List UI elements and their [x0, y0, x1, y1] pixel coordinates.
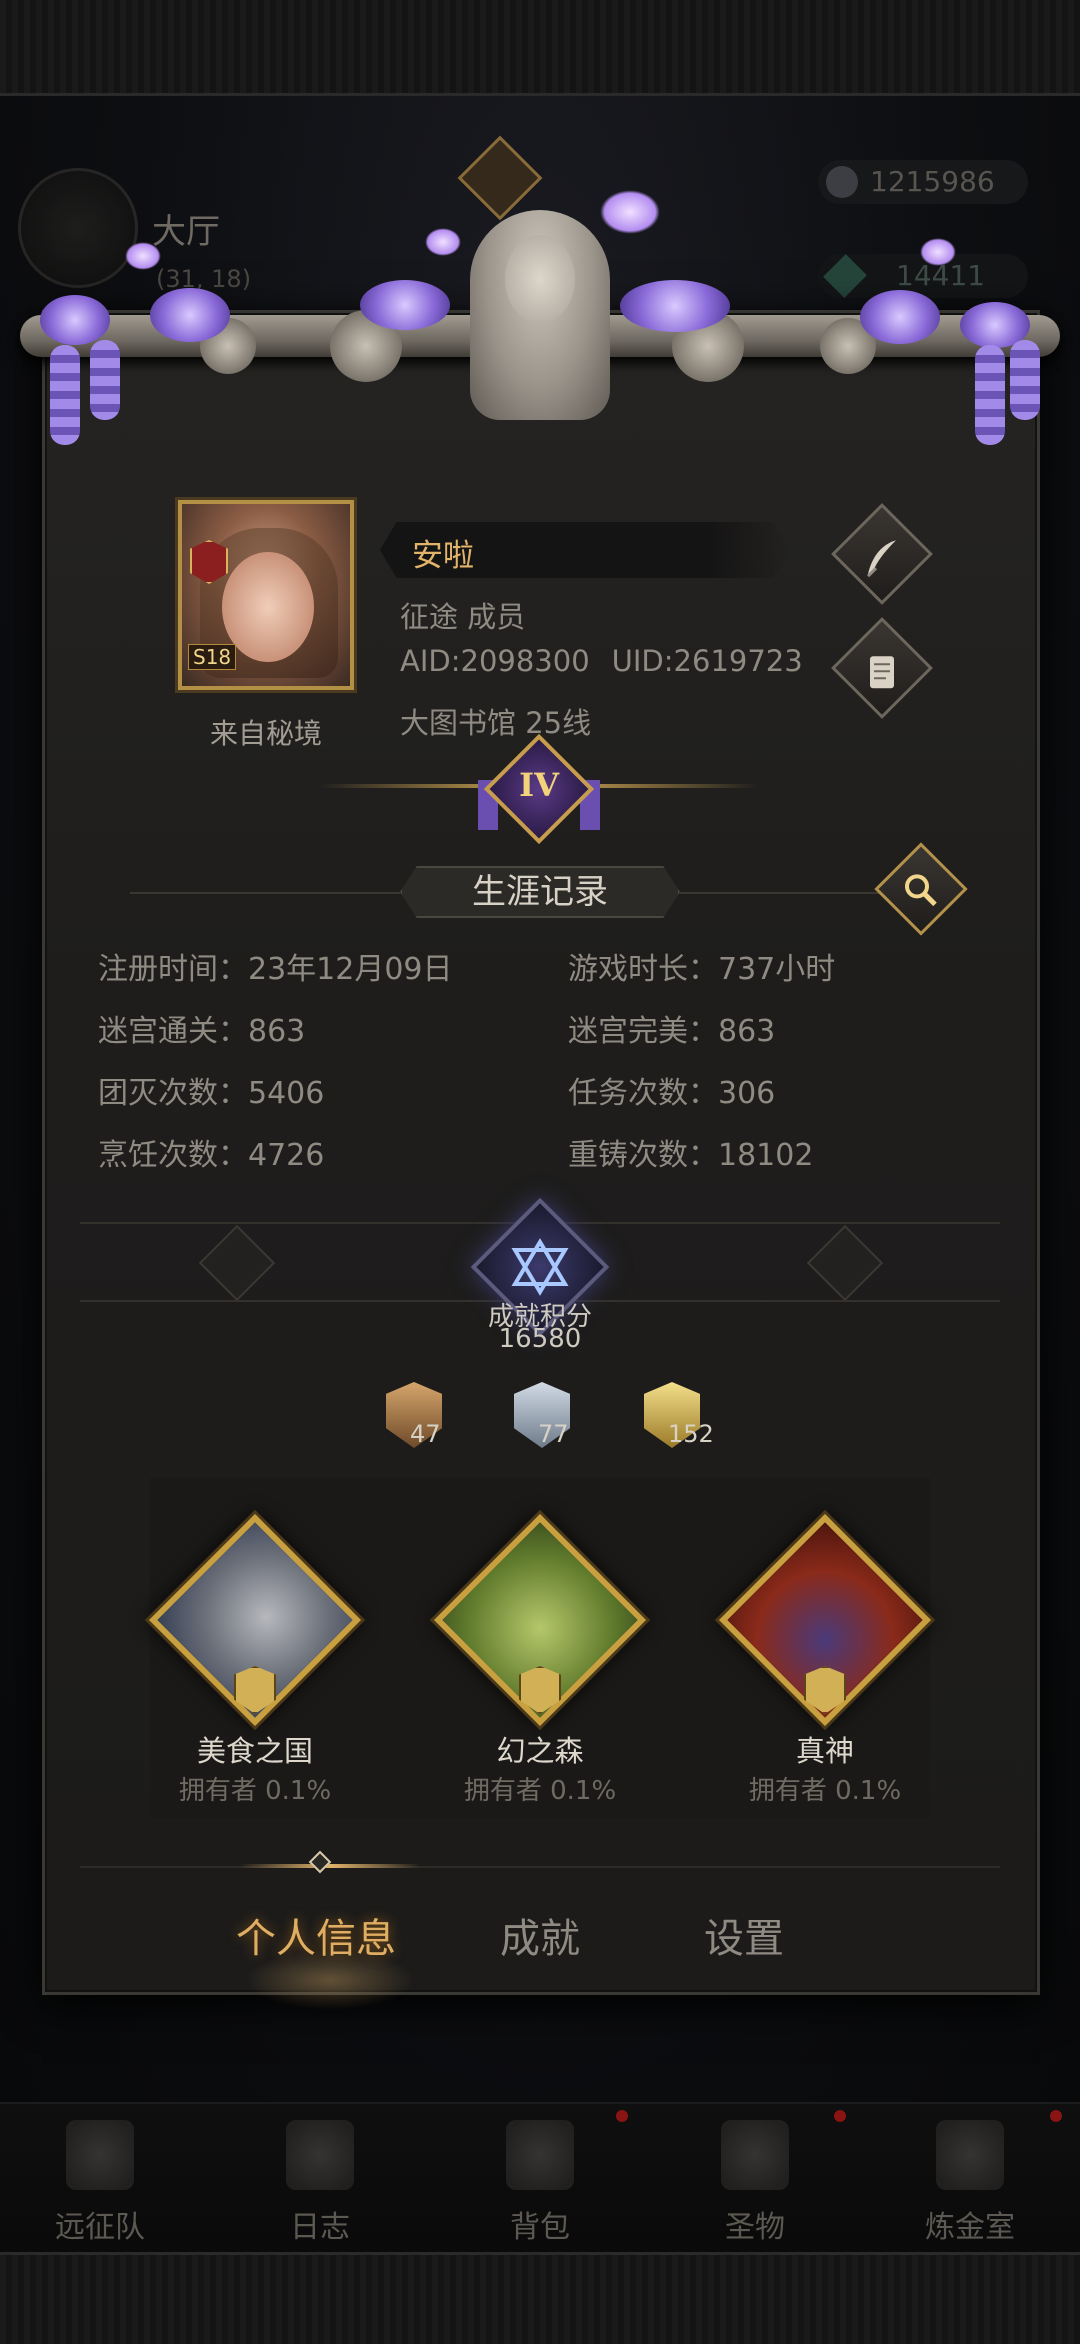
trophy-owner-rate: 拥有者 0.1% [178, 1776, 332, 1806]
backpack-icon [506, 2120, 574, 2190]
notification-dot [616, 2110, 628, 2122]
nav-label: 炼金室 [925, 2210, 1015, 2245]
stat-value: 737小时 [718, 952, 836, 987]
trophy-name: 真神 [795, 1734, 854, 1768]
trophy-owner-rate: 拥有者 0.1% [748, 1776, 902, 1806]
rank-divider-right [578, 784, 758, 788]
hall-portal-icon [18, 168, 138, 288]
tab-achievements[interactable]: 成就 [500, 1906, 580, 1964]
stat-value: 306 [718, 1076, 776, 1111]
hall-coordinates: (31, 18) [156, 265, 252, 293]
rank-divider-left [320, 784, 500, 788]
nav-label: 远征队 [55, 2210, 145, 2245]
career-divider-right [680, 892, 880, 894]
avatar-level-badge: S18 [188, 644, 237, 670]
journal-scroll-icon [286, 2120, 354, 2190]
resource-counter-1: 1215986 [818, 160, 1028, 204]
bronze-medal-count: 47 [410, 1420, 441, 1448]
guild-membership: 征途 成员 [400, 600, 526, 634]
career-divider-left [130, 892, 400, 894]
alchemy-flask-icon [936, 2120, 1004, 2190]
avatar-source-label: 来自秘境 [209, 717, 322, 750]
scroll-document-icon [870, 656, 894, 689]
tab-personal-info[interactable]: 个人信息 [236, 1906, 396, 1964]
stat-value: 5406 [248, 1076, 325, 1111]
nav-alchemy[interactable]: 炼金室 [870, 2102, 1070, 2252]
player-ids: AID:2098300 UID:2619723 [400, 644, 803, 678]
stat-value: 863 [718, 1014, 776, 1049]
resource-counter-2: 14411 [818, 254, 1028, 298]
nav-backpack[interactable]: 背包 [440, 2102, 640, 2252]
aid-label: AID:2098300 [400, 644, 590, 678]
trophy-name: 美食之国 [196, 1734, 313, 1768]
stat-cooking: 烹饪次数：4726 [98, 1130, 324, 1174]
quill-icon [866, 540, 896, 578]
stat-maze-perfect: 迷宫完美：863 [568, 1006, 775, 1050]
tab-settings[interactable]: 设置 [704, 1906, 784, 1964]
trophy-owner-rate: 拥有者 0.1% [463, 1776, 617, 1806]
nav-label: 圣物 [725, 2210, 785, 2245]
bottom-decor-strip [0, 2252, 1080, 2344]
nav-label: 日志 [290, 2210, 350, 2245]
stat-reforge: 重铸次数：18102 [568, 1130, 813, 1174]
trophy-name: 幻之森 [496, 1734, 584, 1768]
stone-icon [826, 166, 858, 198]
stat-maze-clear: 迷宫通关：863 [98, 1006, 305, 1050]
nav-label: 背包 [510, 2210, 570, 2245]
career-title: 生涯记录 [472, 872, 608, 912]
nav-expedition[interactable]: 远征队 [0, 2102, 200, 2252]
notification-dot [834, 2110, 846, 2122]
silver-medal-count: 77 [538, 1420, 569, 1448]
magnifier-icon [905, 874, 937, 907]
stat-label: 团灭次数： [98, 1076, 248, 1111]
active-tab-indicator [240, 1864, 420, 1868]
top-decor-strip [0, 0, 1080, 96]
stat-value: 23年12月09日 [248, 952, 453, 987]
uid-label: UID:2619723 [611, 644, 803, 678]
stat-label: 任务次数： [568, 1076, 718, 1111]
horned-helmet-icon [66, 2120, 134, 2190]
stat-label: 注册时间： [98, 952, 248, 987]
tab-divider [80, 1866, 1000, 1868]
notification-dot [1050, 2110, 1062, 2122]
stat-value: 863 [248, 1014, 306, 1049]
stat-label: 游戏时长： [568, 952, 718, 987]
stat-label: 迷宫通关： [98, 1014, 248, 1049]
stat-register-time: 注册时间：23年12月09日 [98, 944, 453, 988]
player-avatar[interactable]: S18 [178, 500, 354, 690]
stat-quests: 任务次数：306 [568, 1068, 775, 1112]
stat-value: 4726 [248, 1138, 325, 1173]
rank-numeral: IV [519, 766, 559, 804]
star-triangle-icon [511, 1238, 569, 1296]
stat-play-time: 游戏时长：737小时 [568, 944, 835, 988]
stat-label: 烹饪次数： [98, 1138, 248, 1173]
stat-team-wipe: 团灭次数：5406 [98, 1068, 324, 1112]
nav-journal[interactable]: 日志 [220, 2102, 420, 2252]
player-name: 安啦 [412, 538, 474, 574]
gold-medal-count: 152 [668, 1420, 714, 1448]
relic-torch-icon [721, 2120, 789, 2190]
green-gem-icon [823, 254, 867, 298]
nav-relics[interactable]: 圣物 [655, 2102, 855, 2252]
achievement-score-value: 16580 [498, 1324, 582, 1354]
stat-label: 迷宫完美： [568, 1014, 718, 1049]
stat-value: 18102 [718, 1138, 814, 1173]
hall-title: 大厅 [152, 212, 220, 252]
stat-label: 重铸次数： [568, 1138, 718, 1173]
server-line: 大图书馆 25线 [400, 706, 592, 740]
